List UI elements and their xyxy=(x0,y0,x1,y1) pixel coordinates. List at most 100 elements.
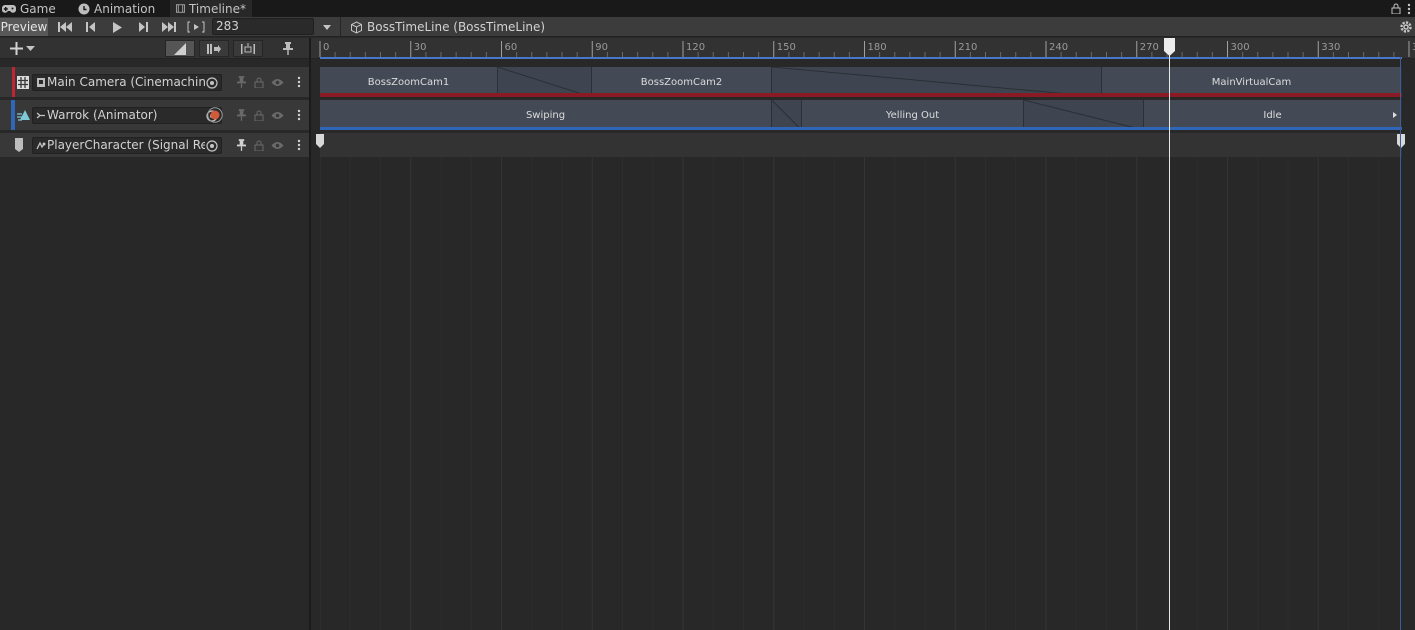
more-menu-icon[interactable] xyxy=(292,108,306,122)
timeline-grid xyxy=(320,157,1380,630)
timeline-window: Game Animation Timeline* Preview 283 Bos… xyxy=(0,0,1415,630)
animator-object-icon xyxy=(36,112,45,119)
timeline-asset-label: BossTimeLine (BossTimeLine) xyxy=(367,20,546,34)
tab-label: Animation xyxy=(94,1,156,16)
plus-icon xyxy=(10,42,23,55)
track-binding-field[interactable]: Warrok (Animator) xyxy=(32,107,222,124)
track-binding-field[interactable]: PlayerCharacter (Signal Rec xyxy=(32,137,222,154)
clip-lane-signal xyxy=(316,133,1405,157)
pin-icon[interactable] xyxy=(234,138,248,152)
clip-lane-animator: Swiping Yelling Out Idle xyxy=(320,100,1402,130)
lock-icon[interactable] xyxy=(252,108,266,122)
pin-icon xyxy=(283,42,293,55)
tab-label: Timeline* xyxy=(188,1,246,16)
object-picker-icon[interactable] xyxy=(206,77,218,89)
more-menu-icon[interactable] xyxy=(1407,3,1411,15)
toolbar-divider xyxy=(340,17,341,37)
previous-frame-icon[interactable] xyxy=(80,19,102,35)
track-player-character[interactable]: PlayerCharacter (Signal Rec xyxy=(0,133,309,157)
track-binding-field[interactable]: Main Camera (Cinemachine xyxy=(32,74,222,91)
tab-label: Game xyxy=(20,1,56,16)
ruler-tick-label: 330 xyxy=(1321,42,1340,53)
pin-icon[interactable] xyxy=(234,108,248,122)
header-splitter[interactable] xyxy=(309,38,311,630)
add-track-button[interactable] xyxy=(10,40,46,57)
time-ruler[interactable]: 030609012015018021024027030033036 xyxy=(311,38,1415,59)
ruler-tick-label: 240 xyxy=(1049,42,1068,53)
lock-icon[interactable] xyxy=(252,75,266,89)
ruler-tick-label: 210 xyxy=(958,42,977,53)
eye-icon[interactable] xyxy=(270,108,284,122)
track-main-camera[interactable]: Main Camera (Cinemachine xyxy=(0,67,309,97)
record-button[interactable] xyxy=(207,107,223,123)
record-icon xyxy=(207,107,223,123)
clock-icon xyxy=(78,3,90,14)
clip-idle[interactable]: Idle xyxy=(1144,100,1402,130)
track-binding-label: Main Camera (Cinemachine xyxy=(47,75,205,89)
lock-icon[interactable] xyxy=(1391,3,1401,14)
track-header-toolbar xyxy=(0,38,309,59)
ruler-tick-label: 90 xyxy=(595,42,608,53)
chevron-down-icon xyxy=(26,45,35,51)
snap-toggle[interactable] xyxy=(165,40,195,57)
cube-icon xyxy=(351,20,362,34)
lock-icon[interactable] xyxy=(252,138,266,152)
play-range-icon[interactable] xyxy=(185,19,207,35)
ruler-ticks: 030609012015018021024027030033036 xyxy=(319,41,1415,57)
ruler-tick-label: 60 xyxy=(505,42,518,53)
frame-input[interactable]: 283 xyxy=(212,18,314,35)
timeline-asset-breadcrumb[interactable]: BossTimeLine (BossTimeLine) xyxy=(350,17,545,37)
replace-edit-toggle[interactable] xyxy=(233,40,263,57)
clip-blend xyxy=(1024,100,1144,130)
snap-icon xyxy=(174,42,186,55)
clip-lane-camera: BossZoomCam1 BossZoomCam2 MainVirtualCam xyxy=(320,67,1402,97)
clip-yelling-out[interactable]: Yelling Out xyxy=(802,100,1024,130)
ruler-tick-label: 180 xyxy=(868,42,887,53)
track-color-bar xyxy=(11,100,15,130)
film-icon xyxy=(176,4,185,13)
track-binding-label: PlayerCharacter (Signal Rec xyxy=(47,138,205,152)
play-icon[interactable] xyxy=(106,19,128,35)
preview-button[interactable]: Preview xyxy=(0,18,48,36)
playhead-line xyxy=(1169,48,1170,630)
clip-track-color-strip xyxy=(320,127,1402,130)
signal-receiver-icon xyxy=(36,141,46,150)
track-binding-label: Warrok (Animator) xyxy=(47,108,158,122)
animator-icon xyxy=(17,108,31,122)
go-to-end-icon[interactable] xyxy=(158,19,180,35)
gear-icon[interactable] xyxy=(1399,20,1413,34)
ripple-icon xyxy=(207,43,221,54)
tab-timeline[interactable]: Timeline* xyxy=(170,0,252,17)
cinemachine-icon xyxy=(17,75,29,89)
eye-icon[interactable] xyxy=(270,75,284,89)
window-controls xyxy=(1391,0,1415,17)
pin-icon[interactable] xyxy=(234,75,248,89)
next-frame-icon[interactable] xyxy=(132,19,154,35)
more-menu-icon[interactable] xyxy=(292,138,306,152)
clip-extrapolation-arrow-icon xyxy=(1393,112,1397,118)
pin-button[interactable] xyxy=(273,40,303,57)
replace-icon xyxy=(241,42,255,54)
signal-marker-end-icon[interactable] xyxy=(1397,134,1405,149)
chevron-down-icon[interactable] xyxy=(320,21,334,33)
track-color-bar xyxy=(12,67,15,97)
signal-icon xyxy=(13,138,25,152)
eye-icon[interactable] xyxy=(270,138,284,152)
signal-marker-start-icon[interactable] xyxy=(316,134,324,149)
tab-game[interactable]: Game xyxy=(2,0,56,17)
ripple-edit-toggle[interactable] xyxy=(199,40,229,57)
ruler-tick-label: 120 xyxy=(686,42,705,53)
clip-swiping[interactable]: Swiping xyxy=(320,100,772,130)
timeline-toolbar: Preview 283 BossTimeLine (BossTimeLine) xyxy=(0,17,1415,37)
object-picker-icon[interactable] xyxy=(206,140,218,152)
go-to-start-icon[interactable] xyxy=(54,19,76,35)
ruler-range-bar xyxy=(320,57,1402,59)
playhead-handle[interactable] xyxy=(1164,38,1175,56)
more-menu-icon[interactable] xyxy=(292,75,306,89)
ruler-tick-label: 270 xyxy=(1140,42,1159,53)
tab-animation[interactable]: Animation xyxy=(78,0,155,17)
track-warrok[interactable]: Warrok (Animator) xyxy=(0,100,309,130)
camera-icon xyxy=(37,78,45,87)
ruler-tick-label: 30 xyxy=(414,42,427,53)
clip-track-color-strip xyxy=(320,93,1402,97)
